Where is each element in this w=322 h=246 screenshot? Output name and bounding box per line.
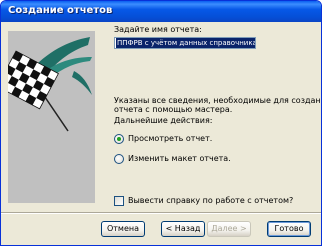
report-name-input[interactable]: ППФРВ с учётом данных справочника: [114, 37, 256, 49]
wizard-illustration: [8, 31, 95, 203]
report-name-value: ППФРВ с учётом данных справочника: [116, 38, 256, 48]
next-button[interactable]: Далее >: [207, 221, 251, 237]
cancel-button[interactable]: Отмена: [101, 221, 145, 237]
window-title: Создание отчетов: [8, 5, 113, 16]
title-bar[interactable]: Создание отчетов: [1, 1, 321, 22]
report-wizard-window: Создание отчетов Задайте имя отчета: ППФ…: [0, 0, 322, 246]
info-text-line1: Указаны все сведения, необходимые для со…: [114, 96, 322, 105]
info-text-line2: отчета с помощью мастера.: [114, 105, 233, 114]
next-actions-label: Дальнейшие действия:: [114, 116, 213, 125]
radio-preview-report[interactable]: [114, 134, 124, 144]
finish-button[interactable]: Готово: [267, 221, 311, 237]
help-checkbox-label[interactable]: Вывести справку по работе с отчетом?: [128, 196, 293, 205]
button-divider: [1, 212, 321, 214]
report-name-label: Задайте имя отчета:: [114, 25, 202, 34]
radio-modify-layout[interactable]: [114, 154, 124, 164]
option-modify-label[interactable]: Изменить макет отчета.: [128, 154, 231, 163]
help-checkbox[interactable]: [114, 196, 124, 206]
checkered-flag-icon: [8, 37, 92, 132]
radio-selected-dot: [117, 137, 121, 141]
option-preview-label[interactable]: Просмотреть отчет.: [128, 134, 212, 143]
back-button[interactable]: < Назад: [161, 221, 205, 237]
